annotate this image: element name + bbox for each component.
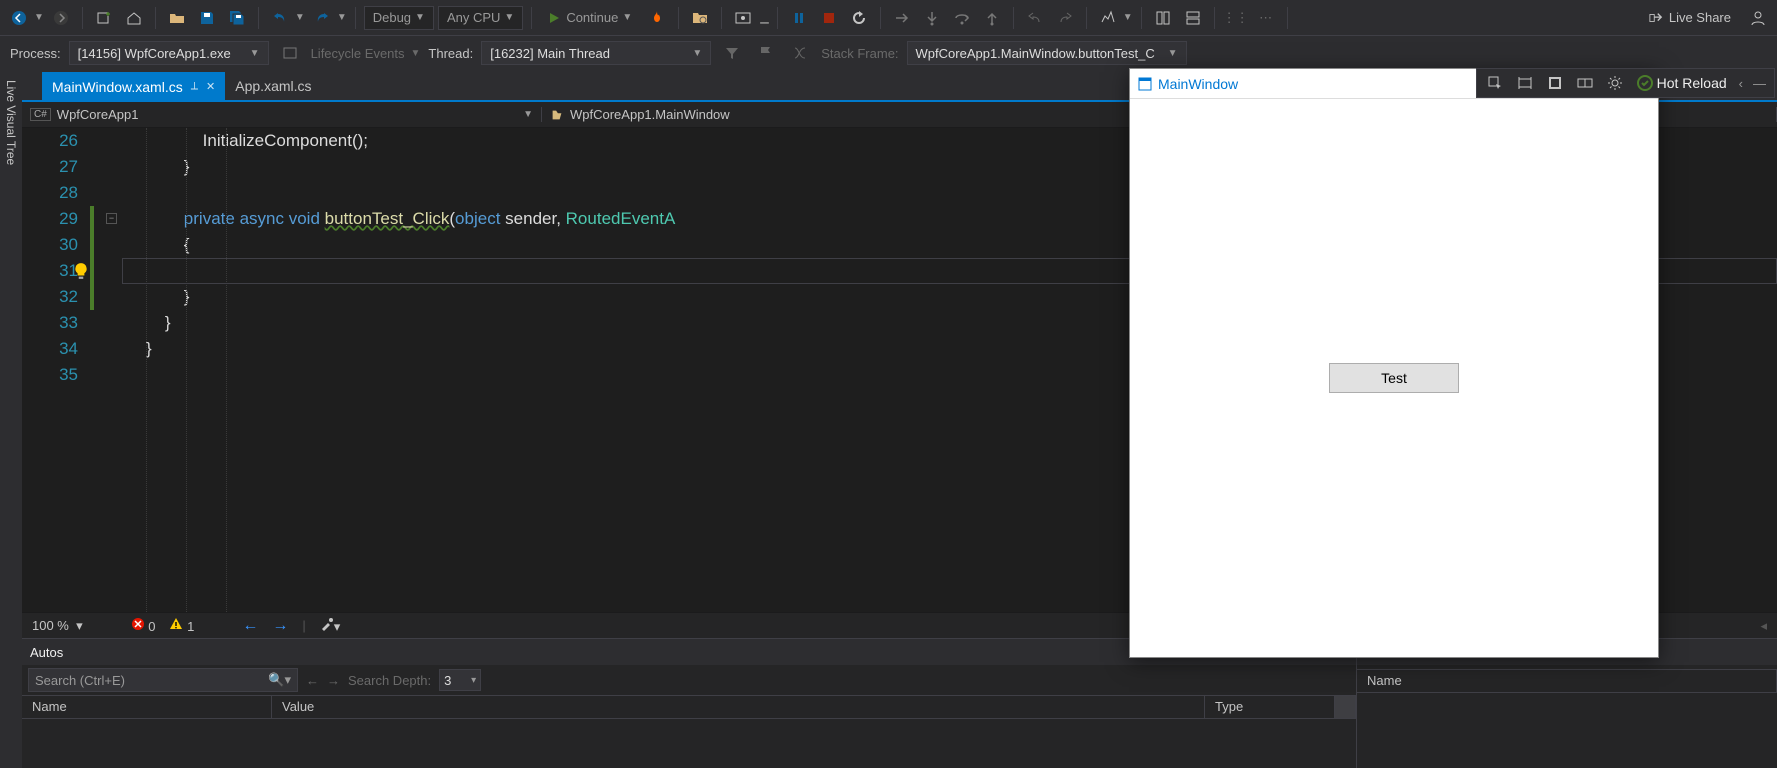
brush-icon[interactable]: ▾ (320, 617, 341, 635)
scrollbar[interactable] (1335, 696, 1356, 718)
side-tool-panel: Live Visual Tree (0, 70, 22, 768)
next-issue-icon[interactable]: → (272, 617, 288, 635)
pause-icon[interactable] (786, 5, 812, 31)
live-share-button[interactable]: Live Share (1639, 10, 1741, 25)
tab-app[interactable]: App.xaml.cs (225, 72, 321, 100)
redo-icon[interactable] (309, 5, 335, 31)
main-toolbar: ▼ ▼ ▼ Debug▼ Any CPU▼ Continue▼ ▁ ▼ ⋮⋮ ⋯… (0, 0, 1777, 36)
wpf-app-window[interactable]: MainWindow Test (1129, 68, 1659, 658)
tab-label: MainWindow.xaml.cs (52, 79, 183, 95)
debug-bar: Process: [14156] WpfCoreApp1.exe▼ Lifecy… (0, 36, 1777, 70)
hot-reload-button[interactable]: Hot Reload (1631, 75, 1733, 91)
test-button[interactable]: Test (1329, 363, 1459, 393)
save-all-icon[interactable] (224, 5, 250, 31)
lifecycle-label: Lifecycle Events (311, 46, 405, 61)
settings-icon[interactable] (1601, 70, 1629, 96)
step-out-icon[interactable] (979, 5, 1005, 31)
misc1-icon[interactable]: ⋮⋮ (1223, 5, 1249, 31)
back-icon[interactable]: ← (306, 673, 319, 688)
col-type[interactable]: Type (1205, 696, 1335, 718)
autos-columns: Name Value Type (22, 695, 1356, 719)
dropdown-icon[interactable]: ▼ (295, 12, 305, 23)
dropdown-icon[interactable]: ▼ (1123, 12, 1133, 23)
prev-issue-icon[interactable]: ← (242, 617, 258, 635)
display-layout-icon[interactable] (1511, 70, 1539, 96)
lifecycle-icon[interactable] (277, 40, 303, 66)
threads-icon[interactable] (787, 40, 813, 66)
home-icon[interactable] (121, 5, 147, 31)
csharp-badge: C# (30, 108, 51, 121)
col-name[interactable]: Name (1357, 670, 1777, 692)
app-icon (1138, 77, 1152, 91)
project-name: WpfCoreApp1 (57, 107, 139, 122)
dropdown-icon[interactable]: ▼ (337, 12, 347, 23)
error-count[interactable]: 0 (131, 617, 156, 634)
minimize-icon[interactable]: — (1749, 76, 1770, 91)
misc2-icon[interactable]: ⋯ (1253, 5, 1279, 31)
search-icon[interactable]: 🔍▾ (268, 672, 291, 688)
hot-reload-icon[interactable] (644, 5, 670, 31)
class-name: WpfCoreApp1.MainWindow (570, 107, 730, 122)
process-label: Process: (10, 46, 61, 61)
find-in-files-icon[interactable] (687, 5, 713, 31)
nav-back-button[interactable] (6, 5, 32, 31)
layout1-icon[interactable] (1150, 5, 1176, 31)
screenshot-icon[interactable] (730, 5, 756, 31)
warning-count[interactable]: 1 (169, 617, 194, 634)
close-icon[interactable]: ✕ (206, 80, 215, 93)
redo-2-icon (1052, 5, 1078, 31)
in-app-debug-toolbar[interactable]: Hot Reload ‹ — (1476, 68, 1775, 98)
lightbulb-icon[interactable] (72, 262, 90, 280)
col-value[interactable]: Value (272, 696, 1205, 718)
thread-label: Thread: (428, 46, 473, 61)
thread-combo[interactable]: [16232] Main Thread▼ (481, 41, 711, 65)
pin-icon[interactable]: ⟂ (191, 80, 198, 93)
intellitrace-icon[interactable] (1095, 5, 1121, 31)
stack-frame-combo[interactable]: WpfCoreApp1.MainWindow.buttonTest_C▼ (907, 41, 1187, 65)
process-combo[interactable]: [14156] WpfCoreApp1.exe▼ (69, 41, 269, 65)
forward-icon[interactable]: → (327, 673, 340, 688)
undo-icon[interactable] (267, 5, 293, 31)
collapse-left-icon[interactable]: ‹ (1735, 76, 1747, 91)
stop-icon[interactable] (816, 5, 842, 31)
live-visual-tree-tab[interactable]: Live Visual Tree (4, 76, 18, 169)
select-element-icon[interactable] (1481, 70, 1509, 96)
user-icon[interactable] (1745, 5, 1771, 31)
zoom-level[interactable]: 100 % ▾ (32, 618, 83, 634)
depth-combo[interactable]: 3▾ (439, 669, 481, 691)
stack-frame-label: Stack Frame: (821, 46, 898, 61)
open-icon[interactable] (164, 5, 190, 31)
filter-icon[interactable] (719, 40, 745, 66)
tab-mainwindow[interactable]: MainWindow.xaml.cs ⟂ ✕ (42, 72, 225, 100)
show-next-statement-icon[interactable] (889, 5, 915, 31)
depth-label: Search Depth: (348, 673, 431, 688)
project-nav[interactable]: C# WpfCoreApp1 ▼ (22, 107, 542, 122)
platform-combo[interactable]: Any CPU▼ (438, 6, 523, 30)
new-project-icon[interactable] (91, 5, 117, 31)
save-icon[interactable] (194, 5, 220, 31)
autos-search-input[interactable]: Search (Ctrl+E) 🔍▾ (28, 668, 298, 692)
step-into-icon[interactable] (919, 5, 945, 31)
flag-icon[interactable] (753, 40, 779, 66)
undo-2-icon (1022, 5, 1048, 31)
continue-button[interactable]: Continue▼ (540, 5, 640, 31)
toggle-icon[interactable] (1571, 70, 1599, 96)
wpf-title: MainWindow (1158, 76, 1238, 92)
col-name[interactable]: Name (22, 696, 272, 718)
layout2-icon[interactable] (1180, 5, 1206, 31)
track-focus-icon[interactable] (1541, 70, 1569, 96)
dropdown-icon[interactable]: ▼ (34, 12, 44, 23)
step-over-icon[interactable] (949, 5, 975, 31)
config-combo[interactable]: Debug▼ (364, 6, 434, 30)
restart-icon[interactable] (846, 5, 872, 31)
autos-title: Autos (30, 645, 63, 660)
tab-label: App.xaml.cs (235, 78, 311, 94)
nav-forward-button[interactable] (48, 5, 74, 31)
